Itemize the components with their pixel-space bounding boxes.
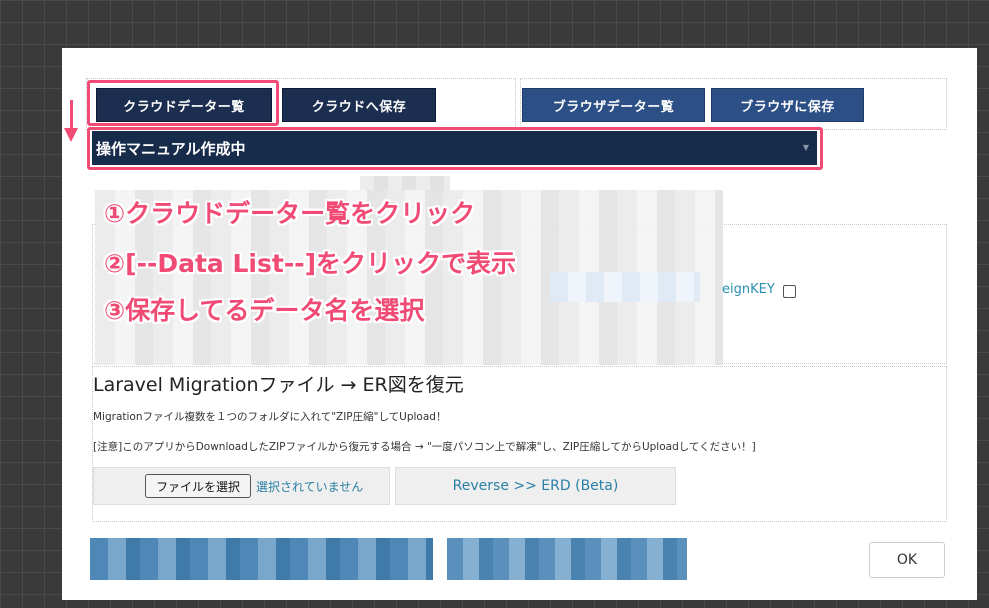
migration-note: [注意]このアプリからDownloadしたZIPファイルから復元する場合 → "… xyxy=(93,441,756,453)
highlight-cloud-list-button xyxy=(87,80,279,126)
migration-description: Migrationファイル複数を１つのフォルダに入れて"ZIP圧縮"してUplo… xyxy=(93,411,447,423)
annotation-step-1: ①クラウドデーター覧をクリック xyxy=(104,199,476,228)
blurred-button xyxy=(90,538,433,580)
reverse-erd-button[interactable]: Reverse >> ERD (Beta) xyxy=(395,467,676,505)
foreign-key-checkbox[interactable] xyxy=(783,285,796,298)
annotation-step-2: ②[--Data List--]をクリックで表示 xyxy=(104,249,517,278)
blurred-button xyxy=(447,538,687,580)
browser-data-list-button[interactable]: ブラウザデーター覧 xyxy=(522,88,705,122)
arrow-head-icon xyxy=(64,128,78,142)
blurred-region xyxy=(550,272,700,302)
choose-file-button[interactable]: ファイルを選択 xyxy=(145,474,251,498)
cloud-save-button[interactable]: クラウドへ保存 xyxy=(282,88,436,122)
browser-save-button[interactable]: ブラウザに保存 xyxy=(711,88,864,122)
annotation-step-3: ③保存してるデータ名を選択 xyxy=(104,296,425,325)
arrow-down-icon xyxy=(70,100,73,130)
highlight-data-select xyxy=(87,127,823,170)
file-status-text: 選択されていません xyxy=(256,480,364,494)
migration-title: Laravel Migrationファイル → ER図を復元 xyxy=(93,374,464,396)
foreign-key-label: eignKEY xyxy=(722,282,775,297)
ok-button[interactable]: OK xyxy=(869,542,945,578)
